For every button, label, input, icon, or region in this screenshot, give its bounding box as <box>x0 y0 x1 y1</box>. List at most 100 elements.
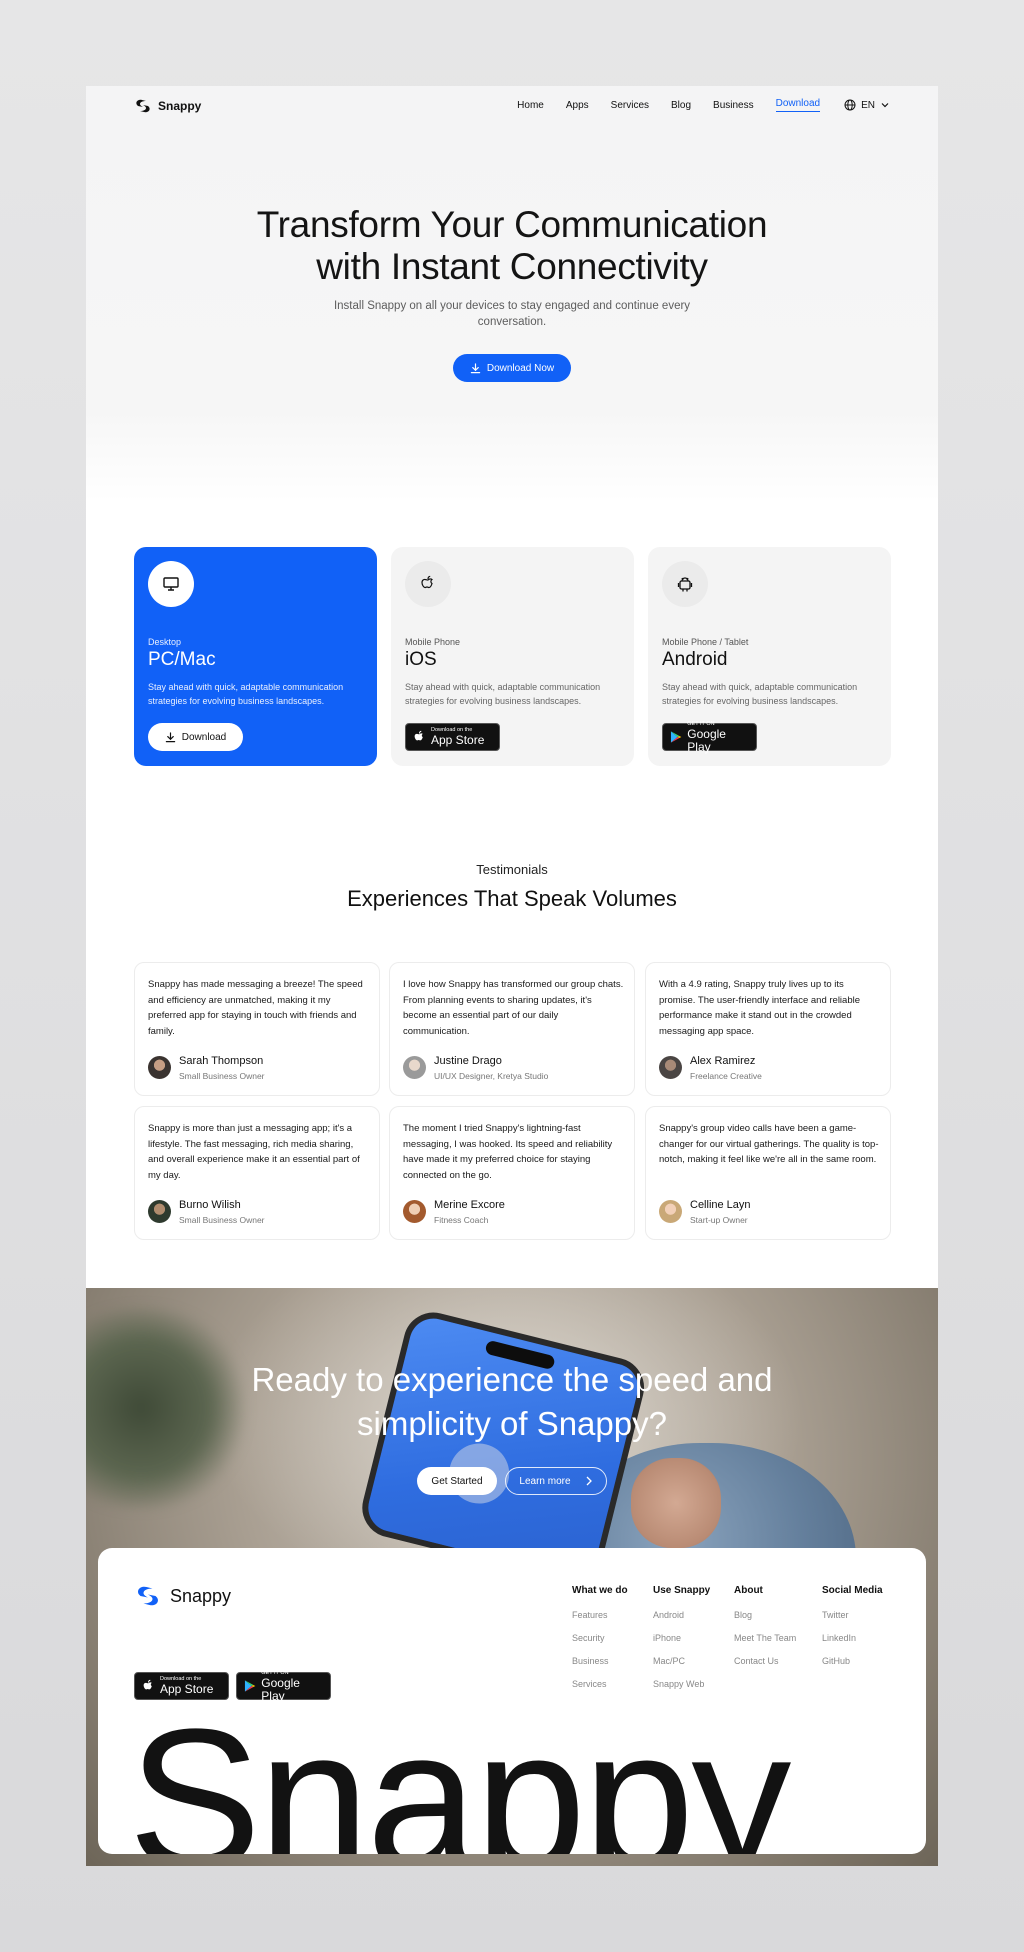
avatar <box>403 1200 426 1223</box>
footer-link[interactable]: Meet The Team <box>734 1633 796 1643</box>
platform-card-desktop: Desktop PC/Mac Stay ahead with quick, ad… <box>134 547 377 766</box>
cta-title-line2: simplicity of Snappy? <box>357 1405 667 1442</box>
page: Transform Your Communication with Instan… <box>86 86 938 1866</box>
testimonial-name: Alex Ramirez <box>690 1055 756 1067</box>
nav-link-download[interactable]: Download <box>775 98 821 112</box>
hero-title: Transform Your Communication with Instan… <box>86 204 938 288</box>
footer-brand[interactable]: Snappy <box>134 1584 231 1608</box>
footer-link[interactable]: LinkedIn <box>822 1633 883 1643</box>
learn-more-label: Learn more <box>519 1475 571 1487</box>
footer-link[interactable]: GitHub <box>822 1656 883 1666</box>
footer-col-what-we-do: What we do Features Security Business Se… <box>572 1585 628 1702</box>
language-selector[interactable]: EN <box>844 99 890 111</box>
monitor-icon <box>163 577 179 591</box>
testimonial-role: Freelance Creative <box>690 1071 762 1081</box>
brand-name: Snappy <box>158 99 202 113</box>
monitor-icon-wrap <box>148 561 194 607</box>
nav-link-blog[interactable]: Blog <box>671 100 691 111</box>
download-now-button[interactable]: Download Now <box>453 354 571 382</box>
snappy-logo-icon <box>138 1586 158 1606</box>
testimonial-card: With a 4.9 rating, Snappy truly lives up… <box>645 962 891 1096</box>
footer-link[interactable]: Contact Us <box>734 1656 796 1666</box>
chevron-right-icon <box>586 1476 592 1486</box>
google-play-text: GET IT ON Google Play <box>687 721 749 754</box>
top-nav: Snappy Home Apps Services Blog Business … <box>86 86 938 128</box>
brand-logo[interactable]: Snappy <box>134 98 201 114</box>
download-icon <box>165 731 175 742</box>
testimonial-card: Snappy has made messaging a breeze! The … <box>134 962 380 1096</box>
testimonials-label: Testimonials <box>476 862 548 877</box>
avatar <box>659 1200 682 1223</box>
footer-link[interactable]: Mac/PC <box>653 1656 710 1666</box>
testimonial-role: UI/UX Designer, Kretya Studio <box>434 1071 549 1081</box>
android-icon-wrap <box>662 561 708 607</box>
platform-sub: Mobile Phone <box>405 637 461 647</box>
apple-icon <box>421 575 433 589</box>
footer-link[interactable]: Android <box>653 1610 710 1620</box>
platform-desc: Stay ahead with quick, adaptable communi… <box>662 682 858 706</box>
app-store-badge[interactable]: Download on the App Store <box>405 723 500 751</box>
language-label: EN <box>861 99 875 111</box>
apple-icon <box>414 730 423 740</box>
footer-col-social-media: Social Media Twitter LinkedIn GitHub <box>822 1585 883 1679</box>
nav-link-services[interactable]: Services <box>611 100 649 111</box>
avatar <box>403 1056 426 1079</box>
footer-wordmark: Snappy <box>128 1688 791 1855</box>
footer-col-heading: Use Snappy <box>653 1585 711 1596</box>
cta-title-line1: Ready to experience the speed and <box>251 1361 773 1398</box>
testimonial-name: Justine Drago <box>434 1055 502 1067</box>
globe-icon <box>844 99 856 111</box>
testimonial-role: Fitness Coach <box>434 1215 489 1225</box>
footer-col-heading: Social Media <box>822 1585 883 1596</box>
get-started-button[interactable]: Get Started <box>417 1467 497 1495</box>
nav-link-apps[interactable]: Apps <box>566 100 589 111</box>
platform-desc: Stay ahead with quick, adaptable communi… <box>405 682 601 706</box>
footer-link[interactable]: Security <box>572 1633 628 1643</box>
testimonial-quote: Snappy is more than just a messaging app… <box>148 1123 360 1181</box>
platform-sub: Mobile Phone / Tablet <box>662 637 749 647</box>
testimonial-name: Sarah Thompson <box>179 1055 264 1067</box>
footer-link[interactable]: Twitter <box>822 1610 883 1620</box>
app-store-text: Download on the App Store <box>431 727 484 747</box>
desktop-download-button[interactable]: Download <box>148 723 243 751</box>
footer-link[interactable]: iPhone <box>653 1633 710 1643</box>
google-play-badge[interactable]: GET IT ON Google Play <box>662 721 757 754</box>
platform-card-ios: Mobile Phone iOS Stay ahead with quick, … <box>391 547 634 766</box>
testimonial-card: The moment I tried Snappy's lightning-fa… <box>389 1106 635 1240</box>
platform-desc: Stay ahead with quick, adaptable communi… <box>148 682 344 706</box>
testimonial-name: Celline Layn <box>690 1199 751 1211</box>
platform-title: PC/Mac <box>148 649 216 670</box>
google-play-big: Google Play <box>687 726 726 754</box>
testimonial-quote: Snappy has made messaging a breeze! The … <box>148 979 363 1037</box>
platform-title: Android <box>662 649 728 670</box>
nav-link-business[interactable]: Business <box>713 100 754 111</box>
nav-link-home[interactable]: Home <box>517 100 544 111</box>
testimonial-role: Small Business Owner <box>179 1215 265 1225</box>
platform-card-android: Mobile Phone / Tablet Android Stay ahead… <box>648 547 891 766</box>
testimonial-quote: I love how Snappy has transformed our gr… <box>403 979 624 1037</box>
hero-section: Transform Your Communication with Instan… <box>86 86 938 502</box>
testimonial-quote: With a 4.9 rating, Snappy truly lives up… <box>659 979 861 1037</box>
avatar <box>148 1200 171 1223</box>
footer-link[interactable]: Business <box>572 1656 628 1666</box>
hero-title-line2: with Instant Connectivity <box>316 246 708 287</box>
footer-brand-name: Snappy <box>170 1585 232 1606</box>
background-hand <box>631 1458 721 1548</box>
footer-col-heading: What we do <box>572 1585 628 1596</box>
footer-col-use-snappy: Use Snappy Android iPhone Mac/PC Snappy … <box>653 1585 710 1702</box>
platform-sub: Desktop <box>148 637 182 647</box>
hero-title-line1: Transform Your Communication <box>256 204 768 245</box>
footer-link[interactable]: Blog <box>734 1610 796 1620</box>
platform-title: iOS <box>405 649 437 670</box>
avatar <box>148 1056 171 1079</box>
footer-link[interactable]: Features <box>572 1610 628 1620</box>
testimonial-quote: The moment I tried Snappy's lightning-fa… <box>403 1123 613 1181</box>
avatar <box>659 1056 682 1079</box>
snappy-logo-icon <box>136 99 150 113</box>
testimonial-card: Snappy is more than just a messaging app… <box>134 1106 380 1240</box>
testimonials-title: Experiences That Speak Volumes <box>347 886 677 911</box>
footer-col-about: About Blog Meet The Team Contact Us <box>734 1585 796 1679</box>
download-now-label: Download Now <box>486 362 555 374</box>
learn-more-button[interactable]: Learn more <box>505 1467 607 1495</box>
testimonial-role: Small Business Owner <box>179 1071 265 1081</box>
